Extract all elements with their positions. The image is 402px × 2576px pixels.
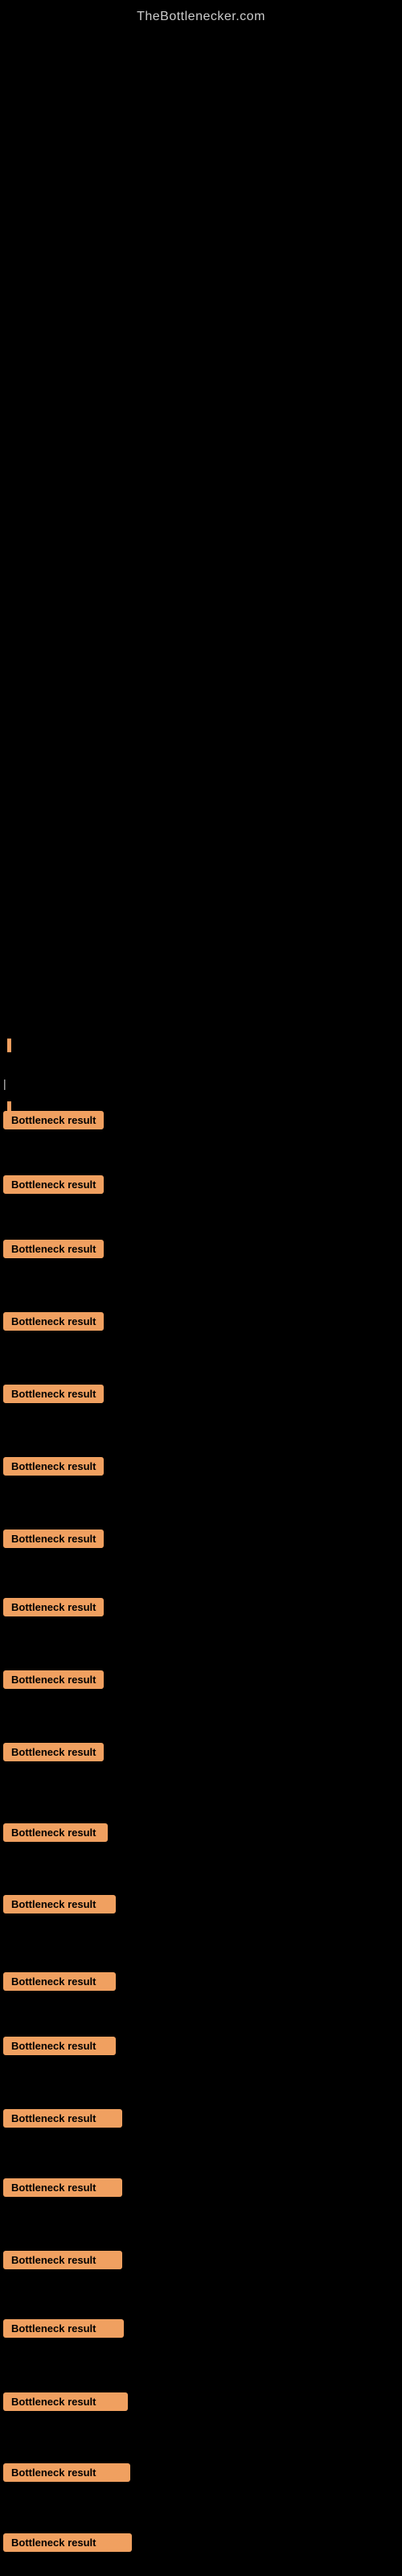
bottleneck-badge-row-19: Bottleneck result [0, 2392, 128, 2411]
bottleneck-badge-18: Bottleneck result [3, 2319, 124, 2338]
page-container: TheBottlenecker.com ▐ | ▐ Bottleneck res… [0, 0, 402, 1053]
bottleneck-badge-15: Bottleneck result [3, 2109, 122, 2128]
bottleneck-badge-11: Bottleneck result [3, 1823, 108, 1842]
bottleneck-badge-row-16: Bottleneck result [0, 2178, 122, 2197]
bottleneck-badge-13: Bottleneck result [3, 1972, 116, 1991]
bottleneck-badge-19: Bottleneck result [3, 2392, 128, 2411]
bottleneck-badge-row-20: Bottleneck result [0, 2463, 130, 2482]
indicator-1: ▐ [3, 1038, 11, 1051]
bottleneck-badge-row-18: Bottleneck result [0, 2319, 124, 2338]
bottleneck-badge-row-7: Bottleneck result [0, 1530, 104, 1548]
bottleneck-badge-row-4: Bottleneck result [0, 1312, 104, 1331]
bottleneck-badge-6: Bottleneck result [3, 1457, 104, 1476]
bottleneck-badge-row-6: Bottleneck result [0, 1457, 104, 1476]
bottleneck-badge-row-8: Bottleneck result [0, 1598, 104, 1616]
bottleneck-badge-row-5: Bottleneck result [0, 1385, 104, 1403]
bottleneck-badge-21: Bottleneck result [3, 2533, 132, 2552]
bottleneck-badge-row-13: Bottleneck result [0, 1972, 116, 1991]
bottleneck-badge-3: Bottleneck result [3, 1240, 104, 1258]
bottleneck-badge-8: Bottleneck result [3, 1598, 104, 1616]
bottleneck-badge-12: Bottleneck result [3, 1895, 116, 1913]
bottleneck-badge-20: Bottleneck result [3, 2463, 130, 2482]
bottleneck-badge-9: Bottleneck result [3, 1670, 104, 1689]
bottleneck-badge-row-1: Bottleneck result [0, 1111, 104, 1129]
bottleneck-badge-5: Bottleneck result [3, 1385, 104, 1403]
bottleneck-badge-7: Bottleneck result [3, 1530, 104, 1548]
bottleneck-badge-row-9: Bottleneck result [0, 1670, 104, 1689]
bottleneck-badge-row-2: Bottleneck result [0, 1175, 104, 1194]
bottleneck-badge-10: Bottleneck result [3, 1743, 104, 1761]
site-title: TheBottlenecker.com [0, 0, 402, 31]
bottleneck-badge-row-14: Bottleneck result [0, 2037, 116, 2055]
bottleneck-badge-1: Bottleneck result [3, 1111, 104, 1129]
bottleneck-badge-17: Bottleneck result [3, 2251, 122, 2269]
bottleneck-badge-row-17: Bottleneck result [0, 2251, 122, 2269]
bottleneck-badge-row-21: Bottleneck result [0, 2533, 132, 2552]
bottleneck-badge-4: Bottleneck result [3, 1312, 104, 1331]
indicator-2: | [3, 1077, 6, 1090]
bottleneck-badge-row-10: Bottleneck result [0, 1743, 104, 1761]
bottleneck-badge-row-15: Bottleneck result [0, 2109, 122, 2128]
bottleneck-badge-row-12: Bottleneck result [0, 1895, 116, 1913]
bottleneck-badge-14: Bottleneck result [3, 2037, 116, 2055]
bottleneck-badge-row-3: Bottleneck result [0, 1240, 104, 1258]
bottleneck-badge-2: Bottleneck result [3, 1175, 104, 1194]
chart-area [0, 31, 402, 1053]
bottleneck-badge-16: Bottleneck result [3, 2178, 122, 2197]
bottleneck-badge-row-11: Bottleneck result [0, 1823, 108, 1842]
